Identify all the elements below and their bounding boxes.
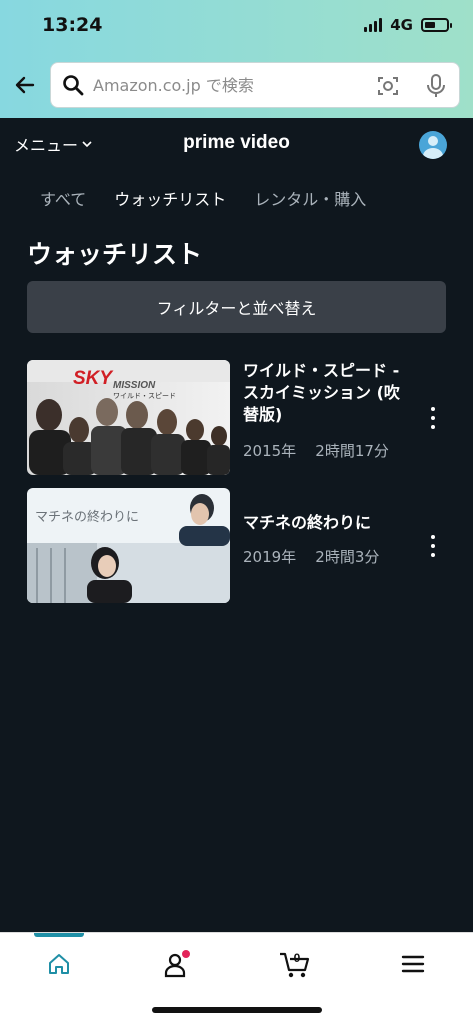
search-input[interactable] <box>93 70 363 100</box>
movie-title-line: マチネの終わりに <box>243 513 372 532</box>
tab-bar: すべて ウォッチリスト レンタル・購入 <box>40 186 366 210</box>
movie-title: ワイルド・スピード - スカイミッション (吹 替版) <box>243 360 423 426</box>
watchlist-item[interactable]: マチネの終わりに マチネの終わりに 2019年 2時間3分 <box>27 488 473 603</box>
camera-scan-icon[interactable] <box>374 72 402 100</box>
cart-icon[interactable]: 0 <box>276 947 316 981</box>
movie-title-line: スカイミッション (吹 <box>243 383 400 402</box>
arrow-left-icon <box>15 76 35 94</box>
movie-year: 2015年 <box>243 442 297 460</box>
signal-icon <box>364 18 383 32</box>
movie-duration: 2時間17分 <box>315 442 389 460</box>
microphone-icon[interactable] <box>422 72 450 100</box>
thumbnail-title-text: SKY <box>73 368 114 389</box>
status-time: 13:24 <box>42 14 103 36</box>
filter-sort-button[interactable]: フィルターと並べ替え <box>27 281 446 333</box>
more-options-icon[interactable] <box>423 532 443 560</box>
movie-thumbnail[interactable]: マチネの終わりに <box>27 488 230 603</box>
thumbnail-tagline-text: ワイルド・スピード <box>113 392 176 400</box>
tab-all[interactable]: すべて <box>40 186 86 210</box>
account-icon[interactable] <box>157 947 197 981</box>
movie-duration: 2時間3分 <box>315 548 380 566</box>
battery-icon <box>421 18 452 32</box>
status-bar: 13:24 4G <box>0 0 473 52</box>
search-bar[interactable] <box>50 62 460 108</box>
active-tab-indicator <box>34 933 84 937</box>
movie-meta: 2019年 2時間3分 <box>243 546 379 567</box>
watchlist-item[interactable]: SKY MISSION ワイルド・スピード ワイルド・スピード - スカイミッシ… <box>27 360 473 475</box>
movie-title-line: ワイルド・スピード - <box>243 361 400 380</box>
thumbnail-title-text: マチネの終わりに <box>35 509 139 525</box>
brand-logo: prime video <box>183 132 290 153</box>
status-indicators: 4G <box>364 16 452 34</box>
profile-avatar[interactable] <box>419 131 447 159</box>
thumbnail-subtitle-text: MISSION <box>113 380 156 391</box>
tab-rentals-purchases[interactable]: レンタル・購入 <box>254 186 366 210</box>
back-button[interactable] <box>10 70 40 100</box>
menu-icon[interactable] <box>393 947 433 981</box>
movie-title-line: 替版) <box>243 405 283 424</box>
search-icon <box>61 73 85 97</box>
home-indicator <box>152 1007 322 1013</box>
network-label: 4G <box>390 16 413 34</box>
tab-watchlist[interactable]: ウォッチリスト <box>114 186 226 210</box>
movie-year: 2019年 <box>243 548 297 566</box>
movie-thumbnail[interactable]: SKY MISSION ワイルド・スピード <box>27 360 230 475</box>
home-icon[interactable] <box>39 947 79 981</box>
prime-video-header: メニュー prime video <box>0 118 473 174</box>
page-title: ウォッチリスト <box>27 240 203 269</box>
movie-title: マチネの終わりに <box>243 512 423 534</box>
movie-meta: 2015年 2時間17分 <box>243 440 389 461</box>
more-options-icon[interactable] <box>423 404 443 432</box>
cart-count: 0 <box>294 951 301 965</box>
browser-top-bar: 13:24 4G <box>0 0 473 118</box>
